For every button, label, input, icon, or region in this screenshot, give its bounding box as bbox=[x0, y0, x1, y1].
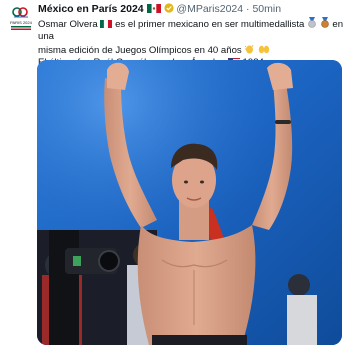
timestamp[interactable]: 50min bbox=[252, 3, 281, 15]
tweet-line2-text: misma edición de Juegos Olímpicos en 40 … bbox=[38, 44, 242, 56]
tweet-line1-text: es el primer mexicano en ser multimedall… bbox=[115, 19, 305, 30]
bronze-medal-icon bbox=[320, 17, 329, 28]
verified-badge-icon bbox=[163, 3, 174, 13]
account-avatar[interactable]: PARIS 2024 bbox=[8, 4, 34, 32]
mexico-flag-icon bbox=[146, 4, 161, 13]
mexico-flag-icon bbox=[100, 20, 113, 28]
raised-hands-icon bbox=[258, 45, 270, 54]
athlete-name: Osmar Olvera bbox=[38, 19, 98, 30]
silver-medal-icon bbox=[308, 17, 316, 28]
display-name[interactable]: México en París 2024 bbox=[38, 3, 144, 15]
handle[interactable]: @MParis2024 bbox=[176, 3, 243, 15]
avatar-text: PARIS 2024 bbox=[10, 20, 32, 25]
tweet-media-image[interactable] bbox=[37, 60, 342, 345]
swimmer-photo bbox=[37, 60, 342, 345]
separator: · bbox=[246, 3, 250, 15]
tweet-header: México en París 2024 @MParis2024 · 50min bbox=[38, 3, 342, 16]
clap-icon bbox=[245, 44, 254, 54]
